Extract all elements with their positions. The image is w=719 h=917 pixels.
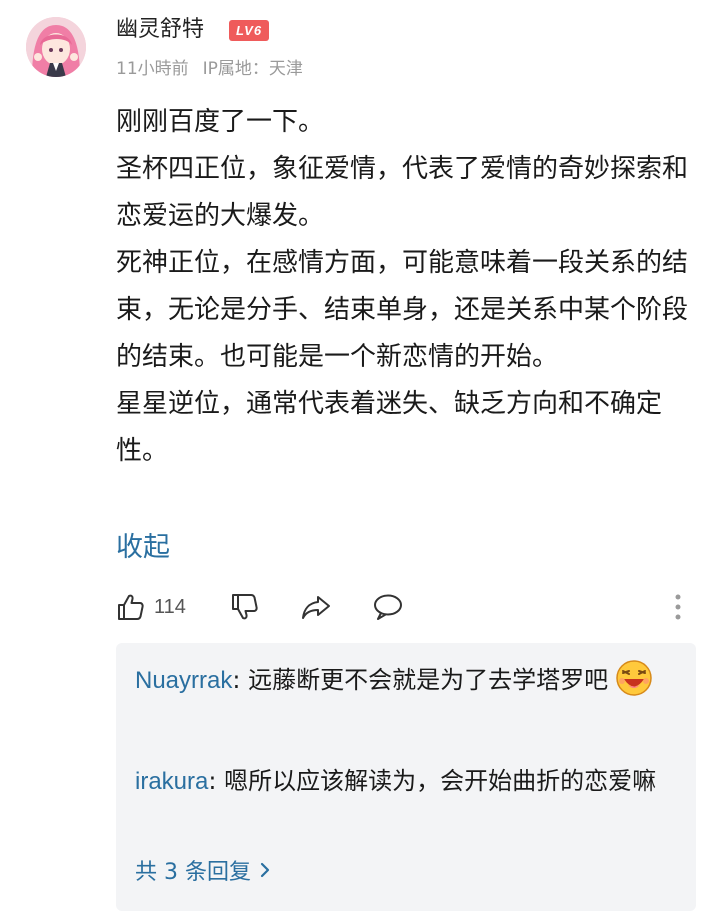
avatar[interactable] — [26, 17, 86, 77]
comment-paragraph: 死神正位，在感情方面，可能意味着一段关系的结束，无论是分手、结束单身，还是关系中… — [116, 248, 689, 372]
laughing-emoji-icon — [614, 658, 654, 698]
reply-button[interactable] — [372, 585, 404, 629]
chevron-right-icon — [259, 853, 271, 893]
reply-item[interactable]: Nuayrrak: 远藤断更不会就是为了去学塔罗吧 — [135, 657, 675, 704]
level-badge: LV6 — [229, 20, 269, 41]
like-button[interactable]: 114 — [116, 585, 186, 629]
reply-colon: : — [208, 767, 225, 795]
comment-icon — [372, 592, 404, 622]
view-all-replies-link[interactable]: 共 3 条回复 — [135, 853, 271, 893]
reply-colon: : — [232, 666, 249, 694]
avatar-image — [26, 17, 86, 77]
reply-item[interactable]: irakura: 嗯所以应该解读为，会开始曲折的恋爱嘛 — [135, 758, 675, 805]
like-count: 114 — [154, 595, 186, 618]
comment-paragraph: 星星逆位，通常代表着迷失、缺乏方向和不确定性。 — [116, 389, 663, 466]
more-icon — [674, 593, 682, 621]
comment-actions: 114 — [116, 585, 696, 629]
comment-paragraph: 刚刚百度了一下。 — [116, 107, 325, 137]
collapse-link[interactable]: 收起 — [116, 528, 170, 568]
comment-meta: 11小時前 IP属地：天津 — [116, 57, 303, 81]
more-replies-label: 共 3 条回复 — [135, 860, 251, 885]
more-button[interactable] — [668, 585, 688, 629]
dislike-button[interactable] — [230, 585, 260, 629]
username[interactable]: 幽灵舒特 — [116, 14, 204, 46]
thumbs-up-icon — [116, 592, 146, 622]
comment-time: 11小時前 — [116, 59, 189, 79]
comment-body: 刚刚百度了一下。 圣杯四正位，象征爱情，代表了爱情的奇妙探索和恋爱运的大爆发。 … — [116, 99, 696, 475]
reply-text: 远藤断更不会就是为了去学塔罗吧 — [248, 666, 609, 694]
reply-author[interactable]: Nuayrrak — [135, 667, 232, 694]
share-button[interactable] — [300, 585, 332, 629]
share-icon — [300, 592, 332, 622]
ip-location: IP属地：天津 — [202, 59, 303, 79]
reply-author[interactable]: irakura — [135, 768, 208, 795]
comment-paragraph: 圣杯四正位，象征爱情，代表了爱情的奇妙探索和恋爱运的大爆发。 — [116, 154, 689, 231]
replies-panel: Nuayrrak: 远藤断更不会就是为了去学塔罗吧 irakura: 嗯所以应该… — [116, 643, 696, 911]
reply-text: 嗯所以应该解读为，会开始曲折的恋爱嘛 — [224, 767, 657, 795]
thumbs-down-icon — [230, 592, 260, 622]
